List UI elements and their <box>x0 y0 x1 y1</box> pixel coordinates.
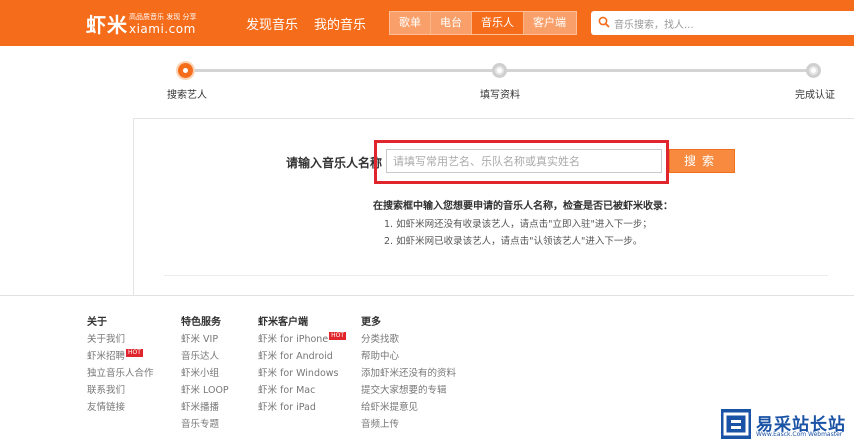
step-1-dot <box>178 63 193 78</box>
footer-link-mac[interactable]: 虾米 for Mac <box>258 385 346 397</box>
footer-link-label: 独立音乐人合作 <box>87 368 154 379</box>
footer-link-topics[interactable]: 音乐专题 <box>181 419 229 431</box>
footer-column-services: 特色服务 虾米 VIP 音乐达人 虾米小组 虾米 LOOP 虾米播播 音乐专题 <box>181 313 229 436</box>
footer-link-bobo[interactable]: 虾米播播 <box>181 402 229 414</box>
subnav-radio[interactable]: 电台 <box>431 12 472 34</box>
footer-link-about-us[interactable]: 关于我们 <box>87 334 154 346</box>
footer-column-about: 关于 关于我们 虾米招聘 HOT 独立音乐人合作 联系我们 友情链接 <box>87 313 154 419</box>
step-3-dot <box>806 63 821 78</box>
footer-column-title: 更多 <box>361 317 381 328</box>
logo-tagline: 高品质音乐 发现 分享 <box>129 13 197 21</box>
watermark: 易采站长站 Www.Easck.Com Webmaster <box>718 408 854 442</box>
header-search-box[interactable]: 音乐搜索，找人... <box>591 11 854 35</box>
footer-link-request-album[interactable]: 提交大家想要的专辑 <box>361 385 456 397</box>
footer-link-groups[interactable]: 虾米小组 <box>181 368 229 380</box>
footer-link-contact[interactable]: 联系我们 <box>87 385 154 397</box>
footer-link-windows[interactable]: 虾米 for Windows <box>258 368 346 380</box>
footer-link-iphone[interactable]: 虾米 for iPhone HOT <box>258 332 347 346</box>
footer-link-feedback[interactable]: 给虾米提意见 <box>361 402 456 414</box>
subnav-musician[interactable]: 音乐人 <box>472 12 524 34</box>
hot-badge: HOT <box>329 332 347 340</box>
footer-link-android[interactable]: 虾米 for Android <box>258 351 346 363</box>
footer-link-ipad[interactable]: 虾米 for iPad <box>258 402 346 414</box>
footer-link-loop[interactable]: 虾米 LOOP <box>181 385 229 397</box>
subnav-playlist[interactable]: 歌单 <box>390 12 431 34</box>
footer-column-title: 关于 <box>87 317 107 328</box>
instruction-line-2: 2. 如虾米网已收录该艺人，请点击"认领该艺人"进入下一步。 <box>384 236 643 247</box>
footer-link-label: 虾米招聘 <box>87 351 126 362</box>
search-icon[interactable] <box>598 16 610 28</box>
logo-url: xiami.com <box>129 22 196 36</box>
footer-link-jobs[interactable]: 虾米招聘 HOT <box>87 349 154 363</box>
footer-link-friend-links[interactable]: 友情链接 <box>87 402 154 414</box>
footer-link-add-info[interactable]: 添加虾米还没有的资料 <box>361 368 456 380</box>
footer-link-vip[interactable]: 虾米 VIP <box>181 334 229 346</box>
footer-link-music-expert[interactable]: 音乐达人 <box>181 351 229 363</box>
logo-text: 虾米 <box>86 13 128 37</box>
footer-column-more: 更多 分类找歌 帮助中心 添加虾米还没有的资料 提交大家想要的专辑 给虾米提意见… <box>361 313 456 436</box>
footer-link-label: 关于我们 <box>87 334 126 345</box>
sub-nav: 歌单 电台 音乐人 客户端 <box>389 11 577 35</box>
footer-column-title: 特色服务 <box>181 317 221 328</box>
instruction-title: 在搜索框中输入您想要申请的音乐人名称，检查是否已被虾米收录： <box>373 201 673 212</box>
hot-badge: HOT <box>126 349 143 357</box>
instruction-line-1: 1. 如虾米网还没有收录该艺人，请点击"立即入驻"进入下一步； <box>384 219 652 230</box>
watermark-subtext: Www.Easck.Com Webmaster <box>756 431 843 438</box>
nav-discover-music[interactable]: 发现音乐 <box>246 14 298 33</box>
footer-link-label: 虾米 for iPhone <box>258 334 329 345</box>
highlight-annotation-box <box>374 140 669 184</box>
footer-divider <box>0 295 854 296</box>
footer-link-indie-musician[interactable]: 独立音乐人合作 <box>87 368 154 380</box>
footer-link-label: 联系我们 <box>87 385 126 396</box>
footer-column-clients: 虾米客户端 虾米 for iPhone HOT 虾米 for Android 虾米… <box>258 313 347 419</box>
step-2-label: 填写资料 <box>480 90 520 101</box>
footer-link-help[interactable]: 帮助中心 <box>361 351 456 363</box>
search-placeholder[interactable]: 音乐搜索，找人... <box>614 16 694 31</box>
footer-column-title: 虾米客户端 <box>258 317 308 328</box>
footer-link-categories[interactable]: 分类找歌 <box>361 334 456 346</box>
step-2-dot <box>492 63 507 78</box>
search-button[interactable]: 搜索 <box>669 149 735 173</box>
subnav-client[interactable]: 客户端 <box>524 12 575 34</box>
musician-name-label: 请输入音乐人名称 <box>286 156 383 170</box>
step-1-label: 搜索艺人 <box>167 90 207 101</box>
watermark-logo-icon <box>721 409 751 439</box>
nav-my-music[interactable]: 我的音乐 <box>314 14 366 33</box>
footer-link-upload[interactable]: 音频上传 <box>361 419 456 431</box>
panel-divider <box>164 275 828 276</box>
step-3-label: 完成认证 <box>795 90 835 101</box>
footer-link-label: 友情链接 <box>87 402 126 413</box>
top-header: 虾米 高品质音乐 发现 分享 xiami.com 发现音乐 我的音乐 歌单 电台… <box>0 0 854 46</box>
